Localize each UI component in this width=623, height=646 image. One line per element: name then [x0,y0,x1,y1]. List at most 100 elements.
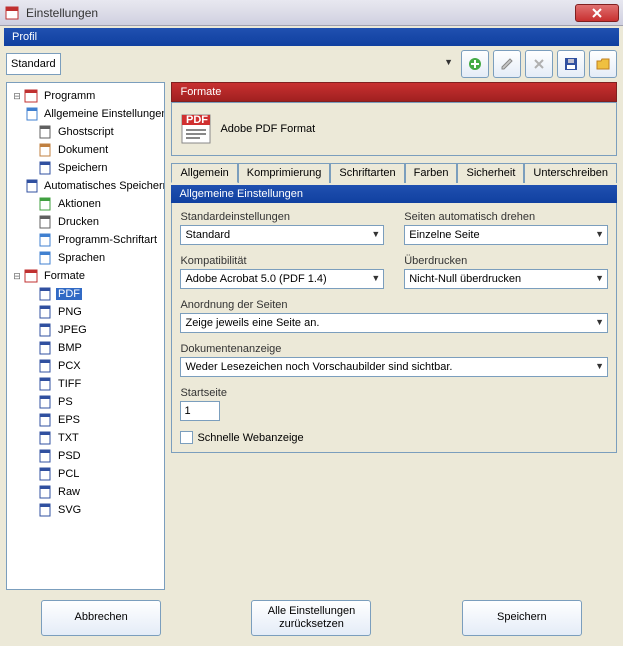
docview-label: Dokumentenanzeige [180,343,608,355]
disk-icon [563,56,579,72]
tree-item-psd[interactable]: PSD [23,447,162,465]
main-area: ⊟ Programm Allgemeine EinstellungenGhost… [0,82,623,590]
file-icon [37,394,53,410]
programm-icon [23,88,39,104]
rotate-select[interactable]: Einzelne Seite [404,225,608,245]
profile-add-button[interactable] [461,50,489,78]
formate-icon [23,268,39,284]
overprint-select[interactable]: Nicht-Null überdrucken [404,269,608,289]
startpage-input[interactable] [180,401,220,421]
delete-icon [531,56,547,72]
order-select[interactable]: Zeige jeweils eine Seite an. [180,313,608,333]
profile-row: Standard [0,46,623,82]
profile-select[interactable]: Standard [6,53,61,75]
tree-item-raw[interactable]: Raw [23,483,162,501]
format-panel: Formate PDF Adobe PDF Format [171,82,617,156]
content-area: Formate PDF Adobe PDF Format AllgemeinKo… [171,82,617,590]
tree-item-programm-schriftart[interactable]: Programm-Schriftart [23,231,162,249]
file-icon [37,376,53,392]
file-icon [37,484,53,500]
tab-sicherheit[interactable]: Sicherheit [457,163,524,183]
button-row: Abbrechen Alle Einstellungen zurücksetze… [0,590,623,646]
svg-text:PDF: PDF [186,114,208,126]
cancel-button[interactable]: Abbrechen [41,600,161,636]
compat-select[interactable]: Adobe Acrobat 5.0 (PDF 1.4) [180,269,384,289]
app-icon [4,5,20,21]
titlebar: Einstellungen [0,0,623,26]
close-icon [592,8,602,18]
collapse-icon[interactable]: ⊟ [11,271,23,282]
tree-item-sprachen[interactable]: Sprachen [23,249,162,267]
compat-label: Kompatibilität [180,255,384,267]
rotate-label: Seiten automatisch drehen [404,211,608,223]
tree-item-dokument[interactable]: Dokument [23,141,162,159]
tab-schriftarten[interactable]: Schriftarten [330,163,404,183]
tree-item-allgemeine-einstellungen[interactable]: Allgemeine Einstellungen [23,105,162,123]
tree-item-pcx[interactable]: PCX [23,357,162,375]
tree: ⊟ Programm Allgemeine EinstellungenGhost… [6,82,165,590]
tree-item-ps[interactable]: PS [23,393,162,411]
collapse-icon[interactable]: ⊟ [11,91,23,102]
tree-root-programm[interactable]: ⊟ Programm [9,87,162,105]
tree-item-aktionen[interactable]: Aktionen [23,195,162,213]
tree-item-png[interactable]: PNG [23,303,162,321]
tree-root-formate[interactable]: ⊟ Formate [9,267,162,285]
default-select[interactable]: Standard [180,225,384,245]
file-icon [37,448,53,464]
tab-farben[interactable]: Farben [405,163,458,183]
tabs: AllgemeinKomprimierungSchriftartenFarben… [171,162,617,183]
section-header: Allgemeine Einstellungen [171,185,617,203]
tree-item-svg[interactable]: SVG [23,501,162,519]
profile-edit-button[interactable] [493,50,521,78]
close-button[interactable] [575,4,619,22]
tree-item-drucken[interactable]: Drucken [23,213,162,231]
tree-item-automatisches-speichern[interactable]: Automatisches Speichern [23,177,162,195]
window-title: Einstellungen [26,6,575,20]
tree-item-ghostscript[interactable]: Ghostscript [23,123,162,141]
tree-item-pcl[interactable]: PCL [23,465,162,483]
startpage-label: Startseite [180,387,226,399]
file-icon [37,304,53,320]
profile-save-button[interactable] [557,50,585,78]
save-button[interactable]: Speichern [462,600,582,636]
tree-item-speichern[interactable]: Speichern [23,159,162,177]
tab-panel: AllgemeinKomprimierungSchriftartenFarben… [171,162,617,453]
file-icon [37,502,53,518]
folder-icon [595,56,611,72]
file-icon [37,430,53,446]
file-icon [37,322,53,338]
form-area: Standardeinstellungen Standard Seiten au… [171,203,617,453]
file-icon [37,286,53,302]
docview-select[interactable]: Weder Lesezeichen noch Vorschaubilder si… [180,357,608,377]
profile-select-wrap: Standard [6,53,457,75]
tree-item-bmp[interactable]: BMP [23,339,162,357]
fastweb-checkbox[interactable] [180,431,193,444]
tab-allgemein[interactable]: Allgemein [171,163,237,183]
tree-item-txt[interactable]: TXT [23,429,162,447]
file-icon [37,412,53,428]
tab-unterschreiben[interactable]: Unterschreiben [524,163,617,183]
file-icon [37,196,53,212]
order-label: Anordnung der Seiten [180,299,608,311]
tree-item-pdf[interactable]: PDF [23,285,162,303]
tree-item-jpeg[interactable]: JPEG [23,321,162,339]
format-header: Formate [171,82,617,102]
pencil-icon [499,56,515,72]
profile-header: Profil [4,28,619,46]
file-icon [37,466,53,482]
reset-button[interactable]: Alle Einstellungen zurücksetzen [251,600,371,636]
format-box: PDF Adobe PDF Format [171,102,617,156]
file-icon [37,160,53,176]
file-icon [37,232,53,248]
file-icon [37,214,53,230]
profile-folder-button[interactable] [589,50,617,78]
tree-item-tiff[interactable]: TIFF [23,375,162,393]
file-icon [37,250,53,266]
overprint-label: Überdrucken [404,255,608,267]
file-icon [25,106,39,122]
format-name: Adobe PDF Format [220,123,315,135]
tree-item-eps[interactable]: EPS [23,411,162,429]
tab-komprimierung[interactable]: Komprimierung [238,163,331,183]
fastweb-label: Schnelle Webanzeige [197,432,303,444]
profile-delete-button[interactable] [525,50,553,78]
